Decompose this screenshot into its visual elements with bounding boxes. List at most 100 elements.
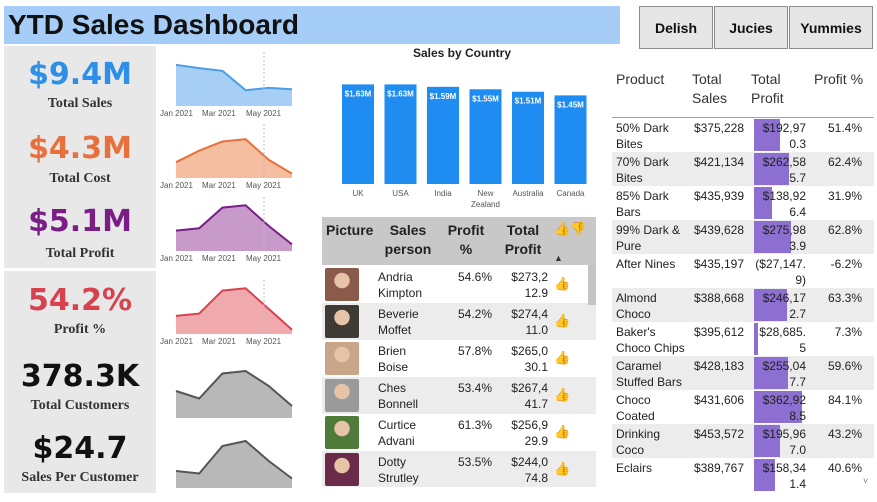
profit-pct-cell: 54.2% bbox=[457, 307, 492, 321]
total-sales-cell: $431,606 bbox=[693, 393, 744, 407]
kpi-label: Total Cost bbox=[49, 171, 111, 186]
country-bar[interactable] bbox=[342, 84, 374, 184]
avatar bbox=[325, 268, 359, 301]
table-row[interactable]: Curtice Advani 61.3% $256,929.9 👍 bbox=[322, 414, 596, 451]
thumbs-up-icon: 👍 bbox=[554, 387, 571, 402]
header-profit-pct[interactable]: Profit % bbox=[440, 221, 492, 259]
product-name: 99% Dark & Pure bbox=[616, 223, 681, 253]
slicer-button[interactable]: Delish bbox=[639, 6, 713, 49]
sales-person-table: Picture Sales person Profit % Total Prof… bbox=[322, 217, 596, 487]
dashboard-title: YTD Sales Dashboard bbox=[8, 9, 299, 40]
total-profit-cell: $244,074.8 bbox=[511, 455, 548, 485]
header-product[interactable]: Product bbox=[616, 70, 664, 89]
table-row[interactable]: 50% Dark Bites $375,228 $192,970.3 51.4% bbox=[612, 118, 874, 152]
profit-pct-cell: 7.3% bbox=[834, 325, 862, 339]
country-bar[interactable] bbox=[469, 89, 502, 184]
sales-person-table-header: Picture Sales person Profit % Total Prof… bbox=[322, 217, 596, 265]
profit-pct-cell: 59.6% bbox=[827, 359, 862, 373]
country-bar-data-label: $1.51M bbox=[515, 97, 542, 106]
kpi-value: $5.1M bbox=[28, 204, 132, 239]
total-profit-cell: $255,047.7 bbox=[762, 359, 806, 389]
product-name: After Nines bbox=[616, 257, 676, 271]
profit-pct-cell: 53.5% bbox=[457, 455, 492, 469]
kpi-label: Profit % bbox=[53, 322, 107, 337]
sparkline-area bbox=[176, 64, 292, 106]
country-tick-label: USA bbox=[392, 189, 409, 198]
product-name: 85% Dark Bars bbox=[616, 189, 669, 219]
kpi-value: $4.3M bbox=[28, 131, 132, 166]
table-row[interactable]: Ches Bonnell 53.4% $267,441.7 👍 bbox=[322, 377, 596, 414]
country-tick-label: India bbox=[434, 189, 452, 198]
profit-pct-cell: 62.4% bbox=[827, 155, 862, 169]
table-row[interactable]: Almond Choco $388,668 $246,172.7 63.3% bbox=[612, 288, 874, 322]
header-total-sales[interactable]: Total Sales bbox=[692, 70, 732, 108]
table-row[interactable]: Brien Boise 57.8% $265,030.1 👍 bbox=[322, 340, 596, 377]
country-bar-data-label: $1.59M bbox=[430, 92, 457, 101]
table-row[interactable]: Beverie Moffet 54.2% $274,411.0 👍 bbox=[322, 303, 596, 340]
product-name: Almond Choco bbox=[616, 291, 657, 321]
header-total-profit[interactable]: Total Profit bbox=[498, 221, 548, 259]
country-bar[interactable] bbox=[384, 84, 417, 184]
product-name: 50% Dark Bites bbox=[616, 121, 669, 151]
header-picture[interactable]: Picture bbox=[326, 221, 373, 240]
total-sales-cell: $435,197 bbox=[693, 257, 744, 271]
total-profit-cell: $256,929.9 bbox=[511, 418, 548, 448]
sparkline-area bbox=[176, 371, 292, 418]
header-total-profit[interactable]: Total Profit bbox=[751, 70, 791, 108]
sales-person-name: Brien Boise bbox=[378, 344, 409, 374]
table-row[interactable]: Baker's Choco Chips $395,612 $28,685.5 7.3% bbox=[612, 322, 874, 356]
kpi-value: $9.4M bbox=[28, 57, 132, 92]
table-row[interactable]: Andria Kimpton 54.6% $273,212.9 👍 bbox=[322, 266, 596, 303]
table-row[interactable]: Eclairs $389,767 $158,341.4 40.6% bbox=[612, 458, 874, 492]
slicer-button[interactable]: Yummies bbox=[789, 6, 873, 49]
sales-person-name: Curtice Advani bbox=[378, 418, 417, 448]
profit-pct-cell: 62.8% bbox=[827, 223, 862, 237]
total-profit-cell: ($27,147.9) bbox=[755, 257, 806, 287]
table-row[interactable]: Caramel Stuffed Bars $428,183 $255,047.7 59… bbox=[612, 356, 874, 390]
sales-person-name: Ches Bonnell bbox=[378, 381, 419, 411]
profit-pct-cell: 57.8% bbox=[457, 344, 492, 358]
sort-ascending-icon[interactable]: ▲ bbox=[554, 253, 563, 263]
total-sales-cell: $421,134 bbox=[693, 155, 744, 169]
profit-pct-cell: 43.2% bbox=[827, 427, 862, 441]
total-profit-cell: $28,685.5 bbox=[759, 325, 806, 355]
country-tick-label: UK bbox=[352, 189, 364, 198]
total-sales-cell: $388,668 bbox=[693, 291, 744, 305]
kpi-value: 378.3K bbox=[20, 359, 140, 394]
total-profit-cell: $275,983.9 bbox=[762, 223, 806, 253]
country-bar[interactable] bbox=[427, 86, 459, 184]
thumbs-up-down-icon: 👍👎 bbox=[554, 221, 587, 236]
thumbs-up-icon: 👍 bbox=[554, 424, 571, 439]
kpi-label: Total Sales bbox=[47, 96, 113, 111]
table-row[interactable]: 85% Dark Bars $435,939 $138,926.4 31.9% bbox=[612, 186, 874, 220]
thumbs-up-icon: 👍 bbox=[554, 461, 571, 476]
sparkline-tick-label: Jan 2021 bbox=[160, 109, 193, 118]
scroll-down-icon[interactable]: ˅ bbox=[863, 476, 868, 486]
slicer-button[interactable]: Jucies bbox=[714, 6, 788, 49]
avatar bbox=[325, 342, 359, 375]
total-profit-cell: $192,970.3 bbox=[762, 121, 806, 151]
sparkline-tick-label: Jan 2021 bbox=[160, 254, 193, 263]
profit-pct-cell: 84.1% bbox=[827, 393, 862, 407]
sales-table-scrollbar[interactable] bbox=[588, 265, 596, 305]
table-row[interactable]: Drinking Coco $453,572 $195,967.0 43.2% bbox=[612, 424, 874, 458]
sparkline-area bbox=[176, 288, 292, 334]
header-sales-person[interactable]: Sales person bbox=[378, 221, 438, 259]
country-tick-label: Australia bbox=[512, 189, 544, 198]
table-row[interactable]: After Nines $435,197 ($27,147.9) -6.2% bbox=[612, 254, 874, 288]
product-name: 70% Dark Bites bbox=[616, 155, 669, 185]
country-bar-data-label: $1.55M bbox=[472, 94, 499, 103]
product-name: Baker's Choco Chips bbox=[616, 325, 685, 355]
profit-pct-cell: 61.3% bbox=[457, 418, 492, 432]
table-row[interactable]: Choco Coated Almonds$431,606$362,928.584… bbox=[612, 390, 874, 439]
header-profit-pct[interactable]: Profit % bbox=[814, 70, 863, 89]
total-profit-cell: $273,212.9 bbox=[511, 270, 548, 300]
product-name: Drinking Coco bbox=[616, 427, 661, 457]
sparkline bbox=[175, 197, 293, 253]
table-row[interactable]: 99% Dark & Pure $439,628 $275,983.9 62.8% bbox=[612, 220, 874, 254]
total-profit-cell: $246,172.7 bbox=[762, 291, 806, 321]
table-row[interactable]: 70% Dark Bites $421,134 $262,585.7 62.4% bbox=[612, 152, 874, 186]
total-profit-cell: $158,341.4 bbox=[762, 461, 806, 491]
table-row[interactable]: Dotty Strutley 53.5% $244,074.8 👍 bbox=[322, 451, 596, 487]
total-sales-cell: $439,628 bbox=[693, 223, 744, 237]
